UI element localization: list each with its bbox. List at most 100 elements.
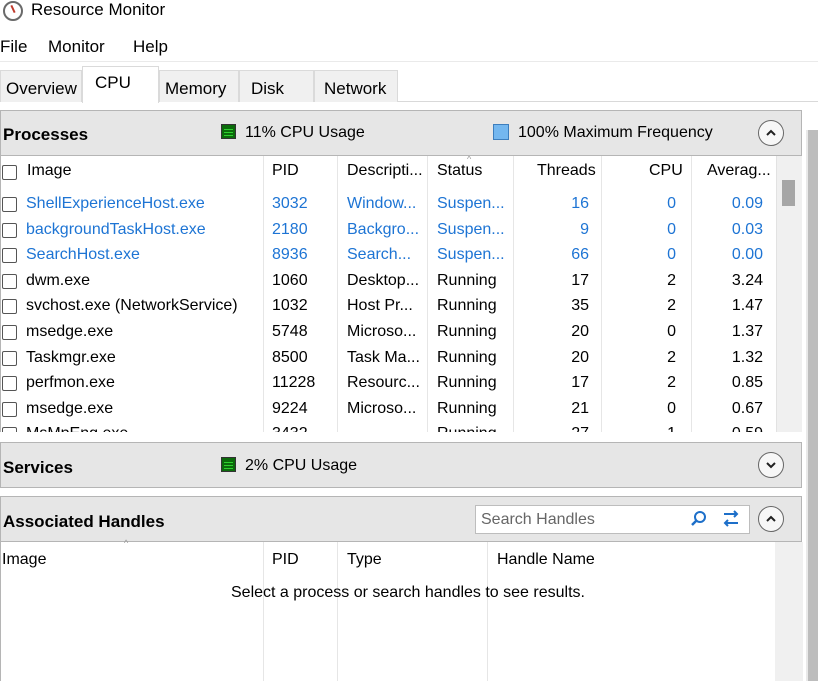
- services-title: Services: [3, 458, 73, 477]
- tab-bar: Overview CPU Memory Disk Network: [0, 66, 818, 103]
- row-checkbox[interactable]: [2, 197, 17, 212]
- row-cpu: 2: [667, 348, 676, 366]
- col-pid[interactable]: PID: [272, 162, 299, 180]
- row-status: Running: [437, 271, 497, 289]
- window-title: Resource Monitor: [31, 0, 166, 19]
- search-placeholder: Search Handles: [481, 511, 595, 528]
- select-all-checkbox[interactable]: [2, 165, 17, 180]
- menu-bar: File Monitor Help: [0, 32, 818, 62]
- row-cpu: 1: [667, 425, 676, 432]
- tab-label: Overview: [6, 79, 77, 98]
- row-average: 1.47: [731, 297, 763, 315]
- row-image[interactable]: perfmon.exe: [26, 374, 115, 392]
- collapse-handles-button[interactable]: [758, 506, 784, 532]
- row-description: Microso...: [347, 323, 417, 340]
- row-checkbox[interactable]: [2, 350, 17, 366]
- row-threads: 27: [571, 425, 589, 432]
- row-checkbox[interactable]: [2, 248, 17, 264]
- tab-disk[interactable]: Disk: [239, 70, 314, 102]
- col-handle-pid[interactable]: PID: [272, 551, 299, 569]
- tab-network[interactable]: Network: [314, 70, 398, 102]
- processes-header[interactable]: Processes 11% CPU Usage 100% Maximum Fre…: [0, 110, 802, 156]
- row-image[interactable]: MsMpEng.exe: [26, 425, 128, 432]
- row-cpu: 2: [667, 374, 676, 392]
- processes-scrollbar-thumb[interactable]: [782, 180, 795, 206]
- row-description: Task Ma...: [347, 348, 420, 366]
- row-description: Desktop...: [347, 271, 420, 289]
- processes-cpu-usage: 11% CPU Usage: [245, 124, 365, 141]
- row-checkbox[interactable]: [2, 401, 17, 417]
- row-pid: 3432: [272, 425, 308, 432]
- row-description: Microso...: [347, 399, 417, 417]
- handles-empty-message: Select a process or search handles to se…: [231, 584, 585, 601]
- row-image[interactable]: Taskmgr.exe: [26, 349, 116, 367]
- row-cpu: 0: [667, 220, 676, 238]
- col-cpu[interactable]: CPU: [649, 162, 683, 180]
- row-pid: 11228: [272, 374, 316, 392]
- row-average: 0.67: [731, 399, 763, 417]
- row-threads: 20: [571, 348, 589, 366]
- row-image[interactable]: msedge.exe: [26, 400, 113, 418]
- row-checkbox[interactable]: [2, 325, 17, 340]
- row-description: Host Pr...: [347, 297, 413, 315]
- col-average[interactable]: Averag...: [707, 162, 771, 180]
- row-average: 0.59: [732, 425, 763, 432]
- row-image[interactable]: backgroundTaskHost.exe: [26, 221, 206, 239]
- col-image[interactable]: Image: [27, 162, 71, 180]
- expand-services-button[interactable]: [758, 452, 784, 478]
- handles-table: ^ Image PID Type Handle Name Select a pr…: [0, 538, 803, 681]
- row-checkbox[interactable]: [2, 273, 17, 289]
- sort-up-icon: ^: [124, 538, 129, 548]
- row-threads: 17: [571, 271, 589, 289]
- search-icon[interactable]: [689, 509, 709, 529]
- row-status: Running: [437, 374, 497, 392]
- col-handle-type[interactable]: Type: [347, 551, 382, 569]
- refresh-icon[interactable]: [719, 509, 743, 529]
- col-description[interactable]: Descripti...: [347, 162, 423, 180]
- menu-help[interactable]: Help: [133, 37, 168, 57]
- row-cpu: 0: [667, 323, 676, 340]
- row-status: Suspen...: [437, 220, 505, 238]
- menu-file[interactable]: File: [0, 37, 27, 57]
- row-threads: 17: [571, 374, 589, 392]
- tab-overview[interactable]: Overview: [0, 70, 82, 102]
- chevron-up-icon: [766, 129, 776, 136]
- row-image[interactable]: svchost.exe (NetworkService): [26, 297, 238, 315]
- row-image[interactable]: ShellExperienceHost.exe: [26, 195, 205, 213]
- col-threads[interactable]: Threads: [537, 162, 596, 180]
- title-bar: Resource Monitor: [0, 0, 818, 28]
- row-image[interactable]: SearchHost.exe: [26, 246, 140, 264]
- handles-title: Associated Handles: [3, 512, 165, 531]
- row-description: Window...: [347, 195, 417, 212]
- tab-label: Disk: [251, 79, 285, 98]
- row-checkbox[interactable]: [2, 376, 17, 392]
- collapse-processes-button[interactable]: [758, 120, 784, 146]
- row-description: Search...: [347, 246, 412, 264]
- row-checkbox[interactable]: [2, 222, 17, 238]
- col-handle-image[interactable]: Image: [2, 551, 46, 569]
- row-image[interactable]: msedge.exe: [26, 323, 113, 341]
- services-header[interactable]: Services 2% CPU Usage: [0, 442, 802, 488]
- handles-scrollbar[interactable]: [775, 542, 803, 681]
- search-handles-input[interactable]: Search Handles: [475, 505, 750, 534]
- menu-monitor[interactable]: Monitor: [48, 37, 105, 57]
- row-checkbox[interactable]: [2, 427, 17, 432]
- cpu-graph-icon: [221, 124, 236, 139]
- row-cpu: 0: [667, 399, 676, 417]
- row-pid: 3032: [272, 195, 308, 212]
- row-image[interactable]: dwm.exe: [26, 272, 90, 290]
- row-average: 0.85: [731, 374, 763, 392]
- row-checkbox[interactable]: [2, 299, 17, 315]
- row-pid: 9224: [272, 399, 308, 417]
- row-status: Running: [437, 297, 497, 315]
- row-pid: 2180: [272, 220, 308, 238]
- processes-max-frequency: 100% Maximum Frequency: [518, 124, 713, 141]
- tab-memory[interactable]: Memory: [159, 70, 239, 102]
- row-threads: 35: [571, 297, 589, 315]
- window-scrollbar-thumb[interactable]: [808, 130, 818, 681]
- row-average: 1.37: [731, 323, 763, 340]
- row-cpu: 0: [667, 246, 676, 264]
- tab-cpu[interactable]: CPU: [82, 66, 159, 103]
- col-handle-name[interactable]: Handle Name: [497, 551, 595, 569]
- col-status[interactable]: Status: [437, 162, 482, 180]
